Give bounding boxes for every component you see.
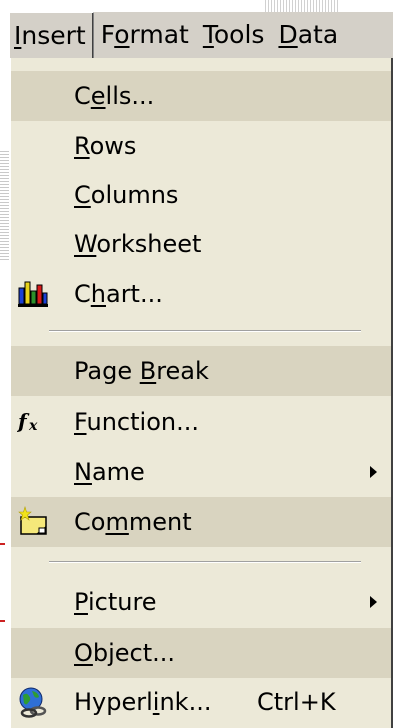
menu-item-label: Name — [74, 458, 145, 486]
insert-menu-dropdown: Cells... Rows Columns Worksheet Chart...… — [9, 58, 393, 728]
menubar-data-mnemonic: D — [278, 20, 298, 49]
submenu-arrow-icon — [370, 466, 377, 478]
menubar-data[interactable]: Data — [271, 12, 345, 58]
menu-item-label: Comment — [74, 508, 192, 536]
background-red-tick — [0, 543, 5, 545]
menubar-format-mnemonic: o — [114, 20, 130, 49]
shortcut-label: Ctrl+K — [257, 688, 336, 716]
menu-item-label: Worksheet — [74, 230, 202, 258]
hyperlink-globe-icon — [19, 687, 47, 718]
menu-item-chart[interactable]: Chart... — [11, 269, 391, 319]
menu-item-cells[interactable]: Cells... — [11, 71, 391, 121]
chart-icon — [18, 281, 48, 307]
menubar-tools[interactable]: Tools — [196, 12, 272, 58]
menu-item-columns[interactable]: Columns — [11, 170, 391, 220]
menu-item-label: Object... — [74, 639, 176, 667]
menu-separator — [49, 561, 361, 563]
menu-item-comment[interactable]: Comment — [11, 497, 391, 547]
menu-item-hyperlink[interactable]: Hyperlink... Ctrl+K — [11, 677, 391, 727]
menu-item-name[interactable]: Name — [11, 447, 391, 497]
menu-item-label: Rows — [74, 132, 137, 160]
menubar-data-rest: ata — [297, 20, 339, 49]
menubar-insert[interactable]: Insert — [9, 12, 94, 58]
menu-separator — [49, 330, 361, 332]
menubar-insert-rest: nsert — [21, 21, 86, 50]
menu-item-label: Function... — [74, 408, 199, 436]
menubar-format[interactable]: Format — [94, 12, 196, 58]
menubar-tools-mnemonic: T — [202, 20, 214, 49]
svg-text:x: x — [28, 418, 38, 434]
new-comment-icon — [18, 506, 47, 535]
background-hatch — [265, 0, 340, 12]
menu-item-label: Page Break — [74, 357, 209, 385]
menu-item-function[interactable]: f x Function... — [11, 397, 391, 447]
menu-item-label: Chart... — [74, 280, 163, 308]
menubar-format-pre: F — [100, 20, 115, 49]
menu-item-object[interactable]: Object... — [11, 628, 391, 678]
menu-bar: Insert Format Tools Data — [9, 12, 393, 58]
menubar-format-rest: rmat — [129, 20, 189, 49]
background-red-tick — [0, 620, 5, 622]
menu-item-rows[interactable]: Rows — [11, 121, 391, 171]
menu-item-label: Picture — [74, 588, 157, 616]
submenu-arrow-icon — [370, 596, 377, 608]
menu-item-picture[interactable]: Picture — [11, 577, 391, 627]
menubar-tools-rest: ools — [213, 20, 265, 49]
menu-item-label: Columns — [74, 181, 179, 209]
menu-item-page-break[interactable]: Page Break — [11, 346, 391, 396]
function-icon: f x — [17, 409, 38, 434]
menu-item-label: Cells... — [74, 82, 155, 110]
menu-item-worksheet[interactable]: Worksheet — [11, 219, 391, 269]
menu-item-label: Hyperlink... — [74, 688, 212, 716]
